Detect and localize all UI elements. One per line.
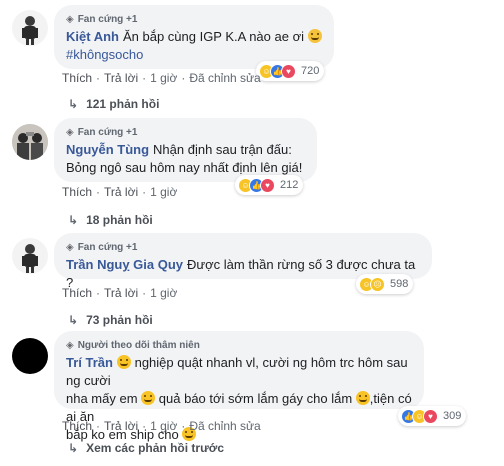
reply-button[interactable]: Trả lời — [104, 286, 138, 300]
reply-arrow-icon: ↳ — [68, 313, 79, 327]
timestamp[interactable]: 1 giờ — [150, 286, 177, 300]
comment-actions: Thích · Trả lời · 1 giờ — [62, 185, 178, 199]
author-name[interactable]: Kiệt Anh — [66, 29, 119, 44]
reaction-count: 598 — [390, 278, 409, 290]
like-button[interactable]: Thích — [62, 286, 92, 300]
comment-bubble: ◈ Fan cứng +1 Trần Nguỵ Gia Quy Được làm t… — [54, 233, 432, 290]
diamond-icon: ◈ — [66, 339, 74, 351]
author-name[interactable]: Trần Nguỵ Gia Quy — [66, 257, 183, 272]
like-button[interactable]: Thích — [62, 419, 92, 433]
reply-button[interactable]: Trả lời — [104, 419, 138, 433]
comment-text: nha mấy em — [66, 391, 138, 406]
comment-text: quả báo tới sớm lắm gáy cho lắm — [158, 391, 353, 406]
view-replies-link[interactable]: ↳ 121 phản hồi — [68, 97, 159, 111]
fan-badge[interactable]: ◈ Người theo dõi thâm niên — [66, 338, 412, 352]
timestamp[interactable]: 1 giờ — [150, 71, 177, 85]
reply-button[interactable]: Trả lời — [104, 185, 138, 199]
fan-badge[interactable]: ◈ Fan cứng +1 — [66, 240, 420, 254]
avatar[interactable] — [12, 10, 48, 46]
reply-arrow-icon: ↳ — [68, 213, 79, 227]
like-button[interactable]: Thích — [62, 185, 92, 199]
reaction-count: 309 — [443, 410, 462, 422]
reply-arrow-icon: ↳ — [68, 441, 79, 455]
grin-emoji-icon — [141, 391, 156, 405]
comment-text: Ăn bắp cùng IGP K.A nào ae ơi — [122, 29, 304, 44]
timestamp[interactable]: 1 giờ — [150, 419, 177, 433]
comment-bubble: ◈ Fan cứng +1 Nguyễn Tùng Nhận định sau tr… — [54, 118, 317, 182]
comment-actions: Thích · Trả lời · 1 giờ · Đã chỉnh sửa — [62, 419, 261, 433]
love-reaction-icon: ♥ — [260, 177, 275, 193]
reaction-summary[interactable]: ☺ ☹ 598 — [356, 274, 414, 294]
diamond-icon: ◈ — [66, 126, 74, 138]
author-name[interactable]: Trí Trần — [66, 355, 113, 370]
edited-label[interactable]: Đã chỉnh sửa — [189, 419, 260, 433]
grin-emoji-icon — [307, 29, 322, 43]
avatar[interactable] — [12, 238, 48, 274]
timestamp[interactable]: 1 giờ — [150, 185, 177, 199]
avatar[interactable] — [12, 124, 48, 160]
view-previous-replies-link[interactable]: ↳ Xem các phản hồi trước — [68, 441, 224, 455]
view-replies-link[interactable]: ↳ 73 phản hồi — [68, 313, 153, 327]
fan-badge[interactable]: ◈ Fan cứng +1 — [66, 125, 305, 139]
diamond-icon: ◈ — [66, 241, 74, 253]
diamond-icon: ◈ — [66, 13, 74, 25]
reaction-summary[interactable]: ☺ 👍 ♥ 720 — [256, 61, 325, 81]
fan-badge[interactable]: ◈ Fan cứng +1 — [66, 12, 322, 26]
comment-bubble: ◈ Người theo dõi thâm niên Trí Trần nghiệ… — [54, 331, 424, 442]
like-button[interactable]: Thích — [62, 71, 92, 85]
view-replies-link[interactable]: ↳ 18 phản hồi — [68, 213, 153, 227]
reaction-summary[interactable]: ☺ 👍 ♥ 212 — [235, 175, 304, 195]
sad-reaction-icon: ☹ — [370, 276, 385, 292]
comment-text: Bỏng ngô sau hôm nay nhất định lên giá! — [66, 160, 303, 175]
reaction-count: 720 — [301, 65, 320, 77]
love-reaction-icon: ♥ — [281, 63, 296, 79]
hashtag-link[interactable]: #khôngsocho — [66, 47, 143, 62]
comment-actions: Thích · Trả lời · 1 giờ — [62, 286, 178, 300]
edited-label[interactable]: Đã chỉnh sửa — [189, 71, 260, 85]
reply-button[interactable]: Trả lời — [104, 71, 138, 85]
love-reaction-icon: ♥ — [423, 408, 438, 424]
reply-arrow-icon: ↳ — [68, 97, 79, 111]
comment-bubble: ◈ Fan cứng +1 Kiệt Anh Ăn bắp cùng IGP K.A… — [54, 5, 334, 69]
author-name[interactable]: Nguyễn Tùng — [66, 142, 149, 157]
comment-text: Nhận định sau trận đấu: — [153, 142, 292, 157]
reaction-summary[interactable]: 👍 ☺ ♥ 309 — [398, 406, 467, 426]
comment-actions: Thích · Trả lời · 1 giờ · Đã chỉnh sửa — [62, 71, 261, 85]
grin-emoji-icon — [116, 355, 131, 369]
reaction-count: 212 — [280, 179, 299, 191]
avatar[interactable] — [12, 338, 48, 374]
grin-emoji-icon — [355, 391, 370, 405]
